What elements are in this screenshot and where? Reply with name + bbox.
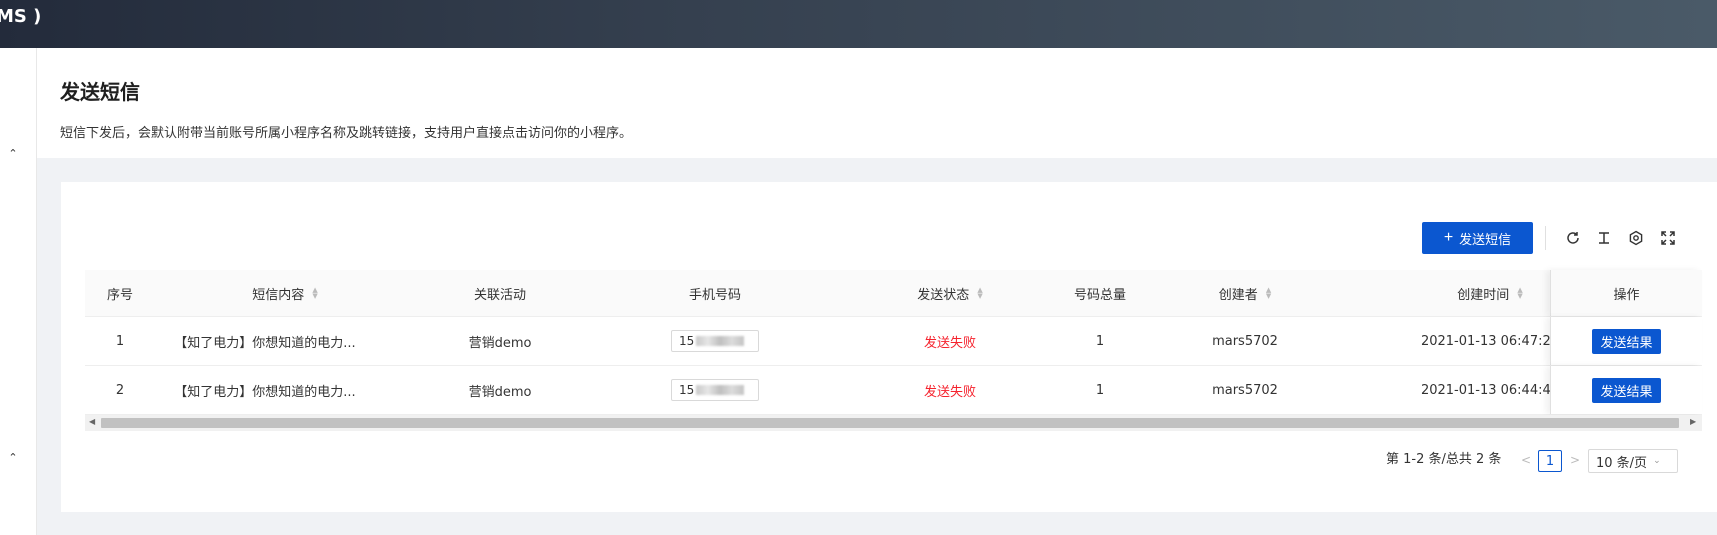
- scroll-left-icon[interactable]: ◀: [89, 417, 95, 426]
- phone-field: 15: [671, 330, 759, 352]
- row-index: 2: [115, 382, 125, 398]
- column-header-creator[interactable]: 创建者 ▲ ▼: [1145, 270, 1345, 316]
- toolbar-divider: [1545, 226, 1546, 250]
- row-activity: 营销demo: [468, 384, 532, 400]
- page-size-select[interactable]: 10 条/页 ⌄: [1588, 449, 1678, 473]
- column-header-status[interactable]: 发送状态 ▲ ▼: [845, 270, 1055, 316]
- sms-table: 序号 短信内容 ▲ ▼ 关联活动 手机号码 发送状态 ▲ ▼ 号码总量 创建者 ▲ ▼…: [85, 270, 1702, 415]
- send-sms-button[interactable]: + 发送短信: [1422, 222, 1533, 254]
- table-header: 序号 短信内容 ▲ ▼ 关联活动 手机号码 发送状态 ▲ ▼ 号码总量 创建者 ▲ ▼…: [85, 270, 1702, 317]
- column-header-action: 操作: [1550, 270, 1702, 316]
- sort-icon[interactable]: ▲ ▼: [977, 287, 982, 300]
- column-header-content[interactable]: 短信内容 ▲ ▼: [155, 270, 415, 316]
- row-action: 发送结果: [1550, 366, 1702, 414]
- pagination-total: 第 1-2 条/总共 2 条: [1386, 452, 1502, 467]
- column-header-phone: 手机号码: [688, 287, 741, 303]
- settings-icon[interactable]: [1626, 228, 1646, 248]
- scrollbar-thumb[interactable]: [101, 418, 1679, 428]
- page-header: 发送短信 短信下发后，会默认附带当前账号所属小程序名称及跳转链接，支持用户直接点…: [37, 48, 1717, 158]
- sort-icon[interactable]: ▲ ▼: [1266, 287, 1271, 300]
- row-content: 【知了电力】你想知道的电力...: [174, 384, 356, 400]
- column-header-label: 创建时间: [1457, 287, 1510, 303]
- table-row: 1 【知了电力】你想知道的电力... 营销demo 15 发送失败 1 mars…: [85, 317, 1702, 366]
- page-number-button[interactable]: 1: [1538, 450, 1562, 472]
- chevron-up-icon[interactable]: ⌃: [7, 148, 19, 160]
- row-total: 1: [1095, 382, 1105, 398]
- row-activity: 营销demo: [468, 335, 532, 351]
- row-action: 发送结果: [1550, 317, 1702, 365]
- row-phone: 15: [585, 366, 845, 414]
- column-header-label: 创建者: [1218, 287, 1258, 303]
- row-creator: mars5702: [1212, 333, 1278, 349]
- prev-page-icon[interactable]: <: [1521, 448, 1531, 472]
- brand-title: MS ): [0, 6, 42, 27]
- horizontal-scrollbar[interactable]: ◀ ▶: [85, 415, 1702, 431]
- row-creator: mars5702: [1212, 382, 1278, 398]
- column-header-label: 发送状态: [917, 287, 970, 303]
- scroll-right-icon[interactable]: ▶: [1690, 417, 1696, 426]
- send-sms-label: 发送短信: [1459, 231, 1512, 247]
- row-content: 【知了电力】你想知道的电力...: [174, 335, 356, 351]
- refresh-icon[interactable]: [1563, 228, 1583, 248]
- row-status: 发送失败: [923, 335, 976, 351]
- phone-prefix: 15: [679, 334, 695, 348]
- chevron-down-icon: ⌄: [1653, 456, 1661, 466]
- row-phone: 15: [585, 317, 845, 365]
- pagination: 第 1-2 条/总共 2 条 < 1 > 10 条/页 ⌄: [0, 448, 1717, 473]
- phone-field: 15: [671, 379, 759, 401]
- row-total: 1: [1095, 333, 1105, 349]
- page-title: 发送短信: [60, 80, 140, 104]
- column-header-label: 短信内容: [252, 287, 305, 303]
- masked-phone: [696, 385, 745, 395]
- send-result-button[interactable]: 发送结果: [1592, 377, 1661, 403]
- density-icon[interactable]: [1594, 228, 1614, 248]
- table-row: 2 【知了电力】你想知道的电力... 营销demo 15 发送失败 1 mars…: [85, 366, 1702, 415]
- row-status: 发送失败: [923, 384, 976, 400]
- next-page-icon[interactable]: >: [1570, 448, 1580, 472]
- plus-icon: +: [1443, 229, 1454, 246]
- column-header-activity: 关联活动: [473, 287, 526, 303]
- send-result-button[interactable]: 发送结果: [1592, 328, 1661, 354]
- row-index: 1: [115, 333, 125, 349]
- sort-icon[interactable]: ▲ ▼: [1517, 287, 1522, 300]
- top-bar: MS ): [0, 0, 1717, 48]
- column-header-total: 号码总量: [1073, 287, 1126, 303]
- fullscreen-icon[interactable]: [1658, 228, 1678, 248]
- phone-prefix: 15: [679, 383, 695, 397]
- page-description: 短信下发后，会默认附带当前账号所属小程序名称及跳转链接，支持用户直接点击访问你的…: [60, 126, 633, 141]
- masked-phone: [696, 336, 745, 346]
- page-size-value: 10 条/页: [1596, 455, 1648, 471]
- sort-icon[interactable]: ▲ ▼: [312, 287, 317, 300]
- column-header-index: 序号: [106, 287, 133, 303]
